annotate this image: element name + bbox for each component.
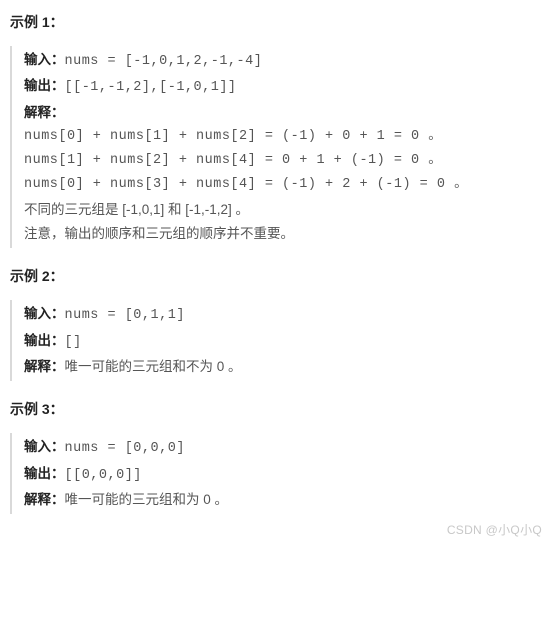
input-label: 输入： [24,52,65,67]
example-2-output: 输出：[] [24,329,542,355]
example-2-title: 示例 2： [10,266,542,286]
example-2-explain: 解释：唯一可能的三元组和不为 0 。 [24,355,542,379]
output-label: 输出： [24,333,65,348]
example-3-explain: 解释：唯一可能的三元组和为 0 。 [24,488,542,512]
watermark: CSDN @小Q小Q [447,521,542,538]
explain-line-1: nums[0] + nums[1] + nums[2] = (-1) + 0 +… [24,125,542,149]
explain-label: 解释： [24,492,65,507]
output-code: [[0,0,0]] [65,468,142,483]
example-1-explain-label: 解释： [24,101,542,125]
input-label: 输入： [24,306,65,321]
output-label: 输出： [24,78,65,93]
output-code: [[-1,-1,2],[-1,0,1]] [65,80,237,95]
explain-text: 唯一可能的三元组和为 0 。 [65,492,229,507]
example-1-block: 输入：nums = [-1,0,1,2,-1,-4] 输出：[[-1,-1,2]… [10,46,542,248]
explain-line-2: nums[1] + nums[2] + nums[4] = 0 + 1 + (-… [24,149,542,173]
output-label: 输出： [24,466,65,481]
explain-label: 解释： [24,105,65,120]
example-3-input: 输入：nums = [0,0,0] [24,435,542,461]
input-code: nums = [0,1,1] [65,308,185,323]
example-3-title: 示例 3： [10,399,542,419]
example-1-input: 输入：nums = [-1,0,1,2,-1,-4] [24,48,542,74]
input-label: 输入： [24,439,65,454]
explain-tail-1: 不同的三元组是 [-1,0,1] 和 [-1,-1,2] 。 [24,198,542,222]
input-code: nums = [-1,0,1,2,-1,-4] [65,54,263,69]
explain-text: 唯一可能的三元组和不为 0 。 [65,359,242,374]
input-code: nums = [0,0,0] [65,441,185,456]
example-1-title: 示例 1： [10,12,542,32]
example-2-input: 输入：nums = [0,1,1] [24,302,542,328]
output-code: [] [65,335,82,350]
example-1-output: 输出：[[-1,-1,2],[-1,0,1]] [24,74,542,100]
example-3-block: 输入：nums = [0,0,0] 输出：[[0,0,0]] 解释：唯一可能的三… [10,433,542,514]
explain-label: 解释： [24,359,65,374]
explain-tail-2: 注意，输出的顺序和三元组的顺序并不重要。 [24,222,542,246]
example-3-output: 输出：[[0,0,0]] [24,462,542,488]
example-2-block: 输入：nums = [0,1,1] 输出：[] 解释：唯一可能的三元组和不为 0… [10,300,542,381]
explain-line-3: nums[0] + nums[3] + nums[4] = (-1) + 2 +… [24,173,542,197]
